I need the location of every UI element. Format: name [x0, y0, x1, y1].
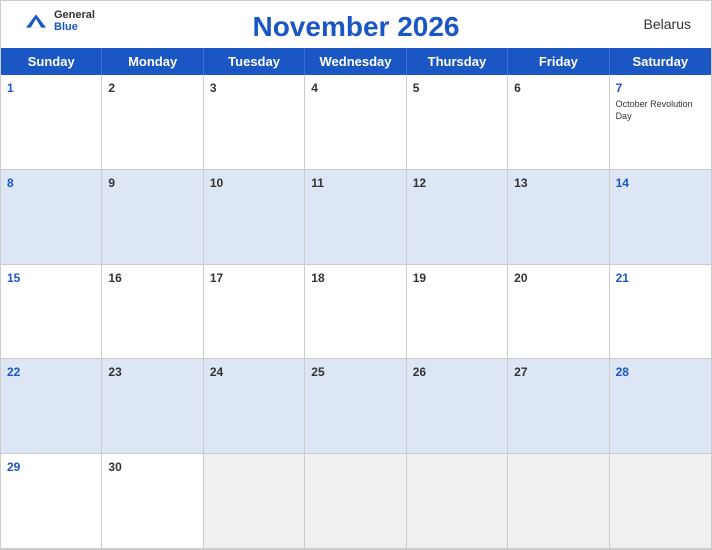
day-cell: 25: [305, 359, 406, 454]
day-cell-empty: [508, 454, 609, 549]
day-cell: 5: [407, 75, 508, 170]
calendar: General Blue November 2026 Belarus Sunda…: [0, 0, 712, 550]
day-cell: 17: [204, 265, 305, 360]
header-monday: Monday: [102, 48, 203, 75]
day-cell: 18: [305, 265, 406, 360]
day-cell: 6: [508, 75, 609, 170]
day-cell: 2: [102, 75, 203, 170]
logo: General Blue: [21, 9, 95, 33]
day-cell: 23: [102, 359, 203, 454]
day-cell: 20: [508, 265, 609, 360]
days-header: Sunday Monday Tuesday Wednesday Thursday…: [1, 48, 711, 75]
day-cell-empty: [407, 454, 508, 549]
logo-blue: Blue: [54, 21, 95, 33]
day-cell-empty: [610, 454, 711, 549]
header-thursday: Thursday: [407, 48, 508, 75]
header-saturday: Saturday: [610, 48, 711, 75]
day-cell: 27: [508, 359, 609, 454]
day-cell: 29: [1, 454, 102, 549]
header-wednesday: Wednesday: [305, 48, 406, 75]
day-cell: 14: [610, 170, 711, 265]
day-cell: 11: [305, 170, 406, 265]
header-friday: Friday: [508, 48, 609, 75]
day-cell: 28: [610, 359, 711, 454]
header-tuesday: Tuesday: [204, 48, 305, 75]
day-cell: 19: [407, 265, 508, 360]
day-cell: 4: [305, 75, 406, 170]
calendar-header: General Blue November 2026 Belarus: [1, 1, 711, 48]
day-cell: 24: [204, 359, 305, 454]
logo-icon: [21, 11, 51, 31]
day-cell: 3: [204, 75, 305, 170]
day-cell: 7 October Revolution Day: [610, 75, 711, 170]
day-cell: 16: [102, 265, 203, 360]
event-october-revolution: October Revolution Day: [616, 99, 705, 122]
day-cell: 13: [508, 170, 609, 265]
logo-general: General: [54, 9, 95, 21]
day-cell: 21: [610, 265, 711, 360]
day-cell: 15: [1, 265, 102, 360]
day-cell-empty: [305, 454, 406, 549]
month-title: November 2026: [252, 11, 459, 43]
day-cell: 8: [1, 170, 102, 265]
day-cell: 30: [102, 454, 203, 549]
day-cell: 12: [407, 170, 508, 265]
day-cell: 10: [204, 170, 305, 265]
header-sunday: Sunday: [1, 48, 102, 75]
day-cell: 22: [1, 359, 102, 454]
day-cell: 26: [407, 359, 508, 454]
day-cell: 1: [1, 75, 102, 170]
country-label: Belarus: [644, 16, 691, 32]
day-cell-empty: [204, 454, 305, 549]
calendar-grid: 1 2 3 4 5 6 7 October Revolution Day 8 9…: [1, 75, 711, 549]
day-cell: 9: [102, 170, 203, 265]
